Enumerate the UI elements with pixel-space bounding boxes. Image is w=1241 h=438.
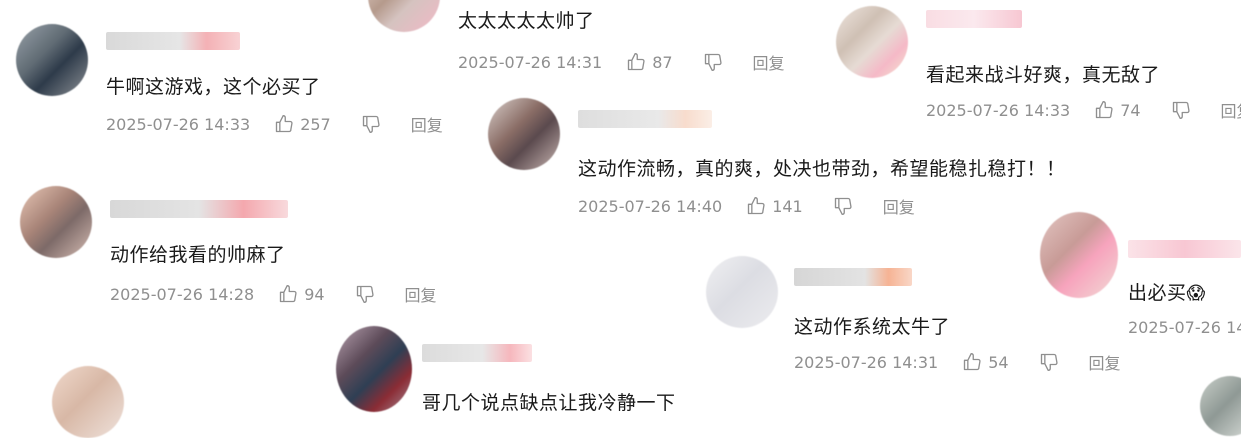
like-count: 94 [304,284,325,304]
username [1128,240,1241,258]
like-button[interactable]: 141 [746,196,803,216]
thumbs-down-icon [834,197,852,215]
dislike-button[interactable] [1039,352,1059,372]
comment-text: 牛啊这游戏，这个必买了 [106,76,321,98]
comment-text: 这动作流畅，真的爽，处决也带劲，希望能稳扎稳打！！ [578,158,1066,180]
dislike-button[interactable] [833,196,853,216]
comment-text-body: 出必买 [1128,282,1187,304]
comment-meta: 2025-07-26 14:40 141 回复 [578,194,915,218]
comment-timestamp: 2025-07-26 14:28 [110,284,255,304]
thumbs-up-icon [280,285,297,303]
comment-timestamp: 2025-07-26 14:33 [926,100,1071,120]
username [794,268,912,286]
thumbs-up-icon [276,115,293,133]
reply-button[interactable]: 回复 [1221,98,1241,122]
dislike-button[interactable] [703,52,723,72]
comment-meta: 2025-07-26 14:31 54 回复 [794,350,1121,374]
thumbs-up-icon [748,197,765,215]
comment-meta: 2025-07-26 14:33 74 回复 [926,98,1241,122]
avatar[interactable] [1200,376,1241,436]
avatar[interactable] [20,186,92,258]
comment-text: 出必买😱 [1128,278,1206,305]
like-count: 54 [988,352,1009,372]
thumbs-up-icon [1096,101,1113,119]
comment-timestamp: 2025-07-26 14:33 [106,114,251,134]
avatar[interactable] [1040,212,1118,298]
thumbs-down-icon [1040,353,1058,371]
username [926,10,1022,28]
reply-button[interactable]: 回复 [883,194,915,218]
thumbs-down-icon [1172,101,1190,120]
username [422,344,532,362]
shocked-emoji-icon: 😱 [1186,283,1206,304]
comment-meta: 2025-07-26 14:33 257 回复 [106,112,443,136]
comment-text: 看起来战斗好爽，真无敌了 [926,64,1161,86]
username [110,200,288,218]
dislike-button[interactable] [1171,100,1191,120]
avatar[interactable] [16,24,88,96]
comment-meta: 2025-07-26 14:28 94 回复 [110,282,437,306]
thumbs-down-icon [362,115,380,133]
like-button[interactable]: 94 [278,284,325,304]
dislike-button[interactable] [355,284,375,304]
reply-button[interactable]: 回复 [753,50,785,74]
comment-timestamp: 2025-07-26 14:31 [458,52,603,72]
reply-button[interactable]: 回复 [1089,350,1121,374]
comment-timestamp: 2025-07-26 14 [1128,318,1241,337]
comment-text: 动作给我看的帅麻了 [110,244,286,266]
like-count: 87 [652,52,673,72]
like-count: 141 [772,196,803,216]
like-button[interactable]: 74 [1094,100,1141,120]
like-count: 74 [1120,100,1141,120]
comment-meta: 2025-07-26 14:31 87 回复 [458,50,785,74]
comment-timestamp: 2025-07-26 14:40 [578,196,723,216]
comment-meta: 2025-07-26 14 [1128,318,1241,337]
comment-text: 这动作系统太牛了 [794,316,951,338]
thumbs-down-icon [704,53,722,72]
dislike-button[interactable] [361,114,381,134]
like-button[interactable]: 257 [274,114,331,134]
avatar[interactable] [706,256,778,328]
thumbs-down-icon [356,285,374,303]
comment-text: 哥几个说点缺点让我冷静一下 [422,392,676,414]
reply-button[interactable]: 回复 [405,282,437,306]
avatar[interactable] [368,0,440,32]
username [106,32,240,50]
avatar[interactable] [488,98,560,170]
like-button[interactable]: 54 [962,352,1009,372]
like-count: 257 [300,114,331,134]
comment-timestamp: 2025-07-26 14:31 [794,352,939,372]
username [578,110,712,128]
like-button[interactable]: 87 [626,52,673,72]
comment-text: 太太太太太帅了 [458,10,595,32]
reply-button[interactable]: 回复 [411,112,443,136]
avatar[interactable] [52,366,124,438]
thumbs-up-icon [628,53,645,71]
avatar[interactable] [836,6,908,78]
avatar[interactable] [336,326,412,412]
thumbs-up-icon [964,353,981,371]
